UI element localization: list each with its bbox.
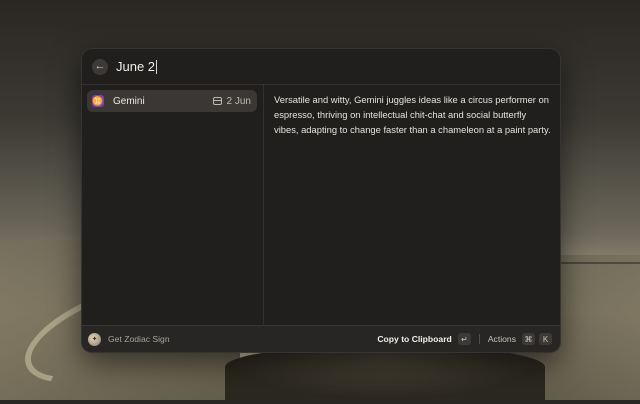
search-query: June 2 (116, 59, 156, 74)
background-fence (560, 262, 640, 264)
extension-name: Get Zodiac Sign (108, 334, 170, 344)
list-item-gemini[interactable]: ♊ Gemini 2 Jun (87, 90, 257, 112)
launcher-window: ← June 2 ♊ Gemini 2 Jun Versatile and wi… (81, 48, 561, 353)
list-item-accessory: 2 Jun (212, 95, 251, 107)
search-bar: ← June 2 (82, 49, 560, 85)
calendar-icon (212, 97, 222, 105)
copy-to-clipboard-button[interactable]: Copy to Clipboard (377, 334, 451, 344)
detail-text: Versatile and witty, Gemini juggles idea… (274, 94, 551, 135)
background-rocks (225, 345, 545, 400)
text-caret (156, 59, 158, 74)
action-bar: ✦ Get Zodiac Sign Copy to Clipboard ↵ Ac… (82, 325, 560, 352)
k-key-icon: K (539, 333, 552, 345)
gemini-symbol-icon: ♊ (92, 95, 104, 107)
results-list: ♊ Gemini 2 Jun (82, 84, 264, 326)
command-key-icon: ⌘ (522, 333, 535, 345)
return-key-icon: ↵ (457, 333, 471, 345)
zodiac-extension-icon: ✦ (88, 332, 101, 346)
list-item-title: Gemini (113, 95, 145, 107)
action-divider (478, 334, 480, 344)
actions-button[interactable]: Actions (488, 334, 516, 344)
back-arrow-icon[interactable]: ← (92, 58, 108, 75)
list-item-date: 2 Jun (226, 95, 251, 107)
search-input[interactable]: June 2 (116, 59, 158, 74)
